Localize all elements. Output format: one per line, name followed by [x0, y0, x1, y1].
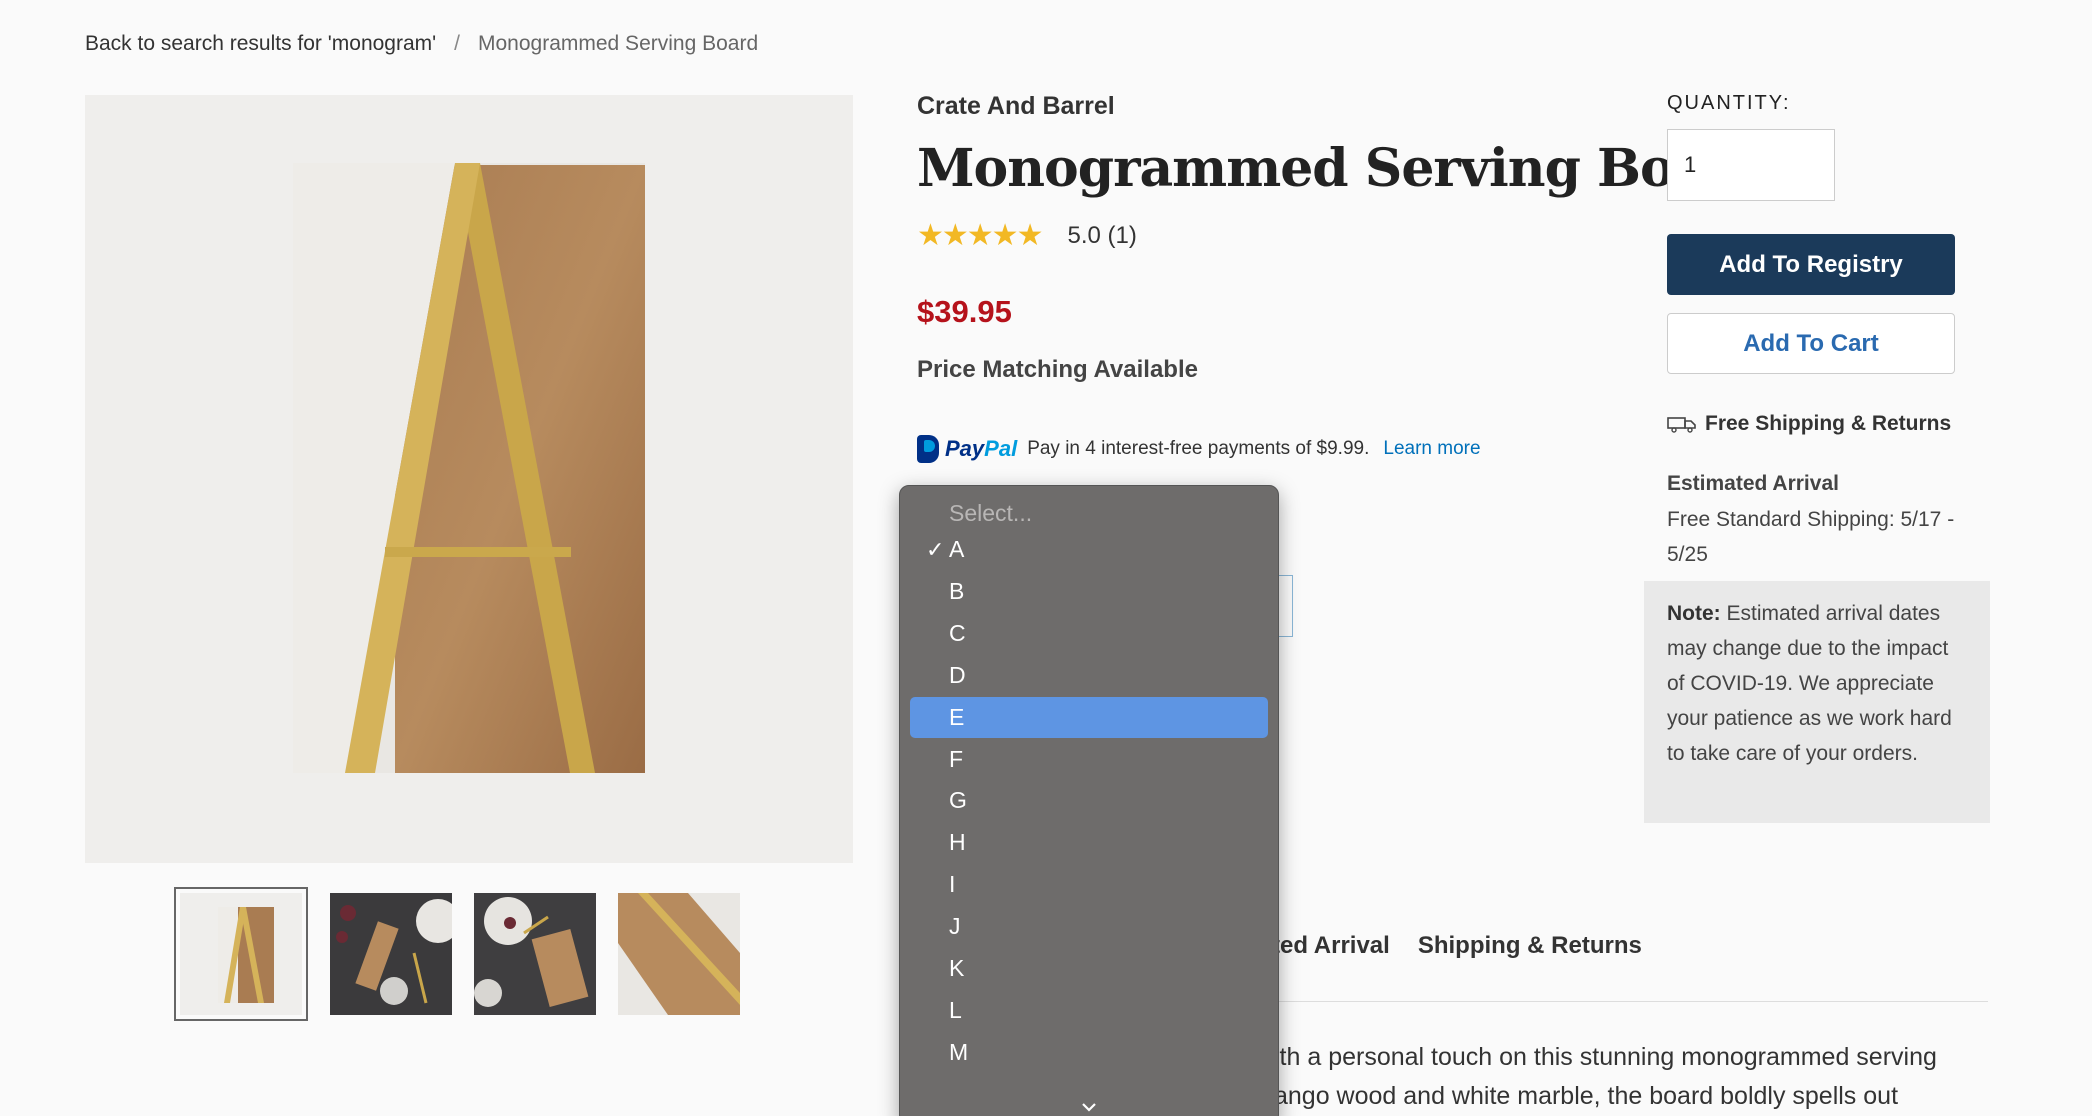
- free-shipping-label[interactable]: Free Shipping & Returns: [1705, 412, 1951, 436]
- price-matching-text: Price Matching Available: [917, 356, 1198, 383]
- quantity-input[interactable]: 1: [1667, 129, 1835, 201]
- note-text: Estimated arrival dates may change due t…: [1667, 602, 1952, 765]
- monogram-dropdown[interactable]: Select... ✓ A B C D E F G H I J K L M: [899, 485, 1279, 1116]
- dropdown-option-label: G: [949, 787, 967, 814]
- note-label: Note:: [1667, 602, 1721, 625]
- tab-estimated-arrival[interactable]: ted Arrival: [1272, 932, 1390, 960]
- thumbnail-3[interactable]: [474, 893, 596, 1015]
- tab-shipping-returns[interactable]: Shipping & Returns: [1418, 932, 1642, 960]
- truck-icon: [1667, 417, 1696, 433]
- checkmark-icon: ✓: [926, 536, 945, 562]
- paypal-banner: PayPal Pay in 4 interest-free payments o…: [917, 435, 1481, 463]
- dropdown-option-label: E: [949, 703, 965, 730]
- tabs-divider: [1260, 1001, 1988, 1002]
- dropdown-option-i[interactable]: I: [910, 864, 1268, 905]
- dropdown-option-label: D: [949, 661, 966, 688]
- covid-note: Note: Estimated arrival dates may change…: [1644, 581, 1990, 823]
- description-line-1: ith a personal touch on this stunning mo…: [1274, 1043, 1937, 1071]
- quantity-label: QUANTITY:: [1667, 92, 1791, 114]
- paypal-icon: [917, 435, 939, 463]
- dropdown-option-a[interactable]: ✓ A: [910, 529, 1268, 570]
- rating-stars: ★★★★★: [917, 219, 1043, 252]
- thumbnail-4[interactable]: [618, 893, 740, 1015]
- dropdown-option-f[interactable]: F: [910, 739, 1268, 780]
- back-to-search-link[interactable]: Back to search results for 'monogram': [85, 32, 436, 56]
- dropdown-option-b[interactable]: B: [910, 571, 1268, 612]
- free-shipping: Free Shipping & Returns: [1667, 412, 1951, 436]
- add-to-cart-button[interactable]: Add To Cart: [1667, 313, 1955, 374]
- dropdown-option-c[interactable]: C: [910, 613, 1268, 654]
- info-tabs: ted Arrival Shipping & Returns: [1240, 932, 1642, 960]
- paypal-brand-pal: Pal: [984, 436, 1018, 461]
- thumbnail-1[interactable]: [174, 887, 308, 1021]
- estimated-arrival-text: Free Standard Shipping: 5/17 - 5/25: [1667, 508, 1955, 566]
- product-title: Monogrammed Serving Board: [917, 138, 1769, 199]
- dropdown-option-label: C: [949, 619, 966, 646]
- dropdown-option-label: I: [949, 871, 956, 898]
- dropdown-option-j[interactable]: J: [910, 906, 1268, 947]
- dropdown-placeholder[interactable]: Select...: [949, 500, 1032, 527]
- main-product-image[interactable]: [85, 95, 853, 863]
- dropdown-option-l[interactable]: L: [910, 990, 1268, 1031]
- breadcrumb: Back to search results for 'monogram' / …: [85, 32, 758, 56]
- paypal-logo: PayPal: [917, 435, 1017, 463]
- dropdown-option-label: K: [949, 955, 965, 981]
- dropdown-option-label: B: [949, 577, 965, 604]
- dropdown-option-label: H: [949, 829, 966, 856]
- dropdown-option-m[interactable]: M: [910, 1032, 1268, 1073]
- dropdown-option-label: M: [949, 1038, 969, 1065]
- dropdown-option-e[interactable]: E: [910, 696, 1268, 738]
- breadcrumb-current: Monogrammed Serving Board: [478, 32, 759, 55]
- breadcrumb-separator: /: [454, 32, 460, 55]
- description-line-2: ango wood and white marble, the board bo…: [1274, 1082, 1899, 1110]
- dropdown-option-k[interactable]: K: [910, 948, 1268, 989]
- dropdown-option-label: J: [949, 913, 961, 940]
- serving-board-illustration: [293, 163, 645, 773]
- rating-value: 5.0 (1): [1067, 221, 1137, 249]
- product-price: $39.95: [917, 294, 1012, 329]
- chevron-down-icon[interactable]: [1080, 1098, 1098, 1116]
- brand-name[interactable]: Crate And Barrel: [917, 92, 1115, 121]
- estimated-arrival-title: Estimated Arrival: [1667, 472, 1839, 495]
- dropdown-option-label: L: [949, 996, 962, 1023]
- thumbnail-2[interactable]: [330, 893, 452, 1015]
- dropdown-option-label: A: [949, 536, 965, 562]
- rating[interactable]: ★★★★★ 5.0 (1): [917, 218, 1137, 253]
- dropdown-option-g[interactable]: G: [910, 780, 1268, 821]
- dropdown-option-h[interactable]: H: [910, 822, 1268, 863]
- paypal-installments-text: Pay in 4 interest-free payments of $9.99…: [1027, 438, 1370, 459]
- dropdown-option-label: F: [949, 745, 964, 772]
- dropdown-option-d[interactable]: D: [910, 655, 1268, 696]
- product-description: ith a personal touch on this stunning mo…: [1274, 1038, 1937, 1116]
- add-to-registry-button[interactable]: Add To Registry: [1667, 234, 1955, 295]
- paypal-brand-pay: Pay: [945, 436, 985, 461]
- learn-more-link[interactable]: Learn more: [1383, 438, 1480, 460]
- thumbnail-strip: [174, 887, 740, 1021]
